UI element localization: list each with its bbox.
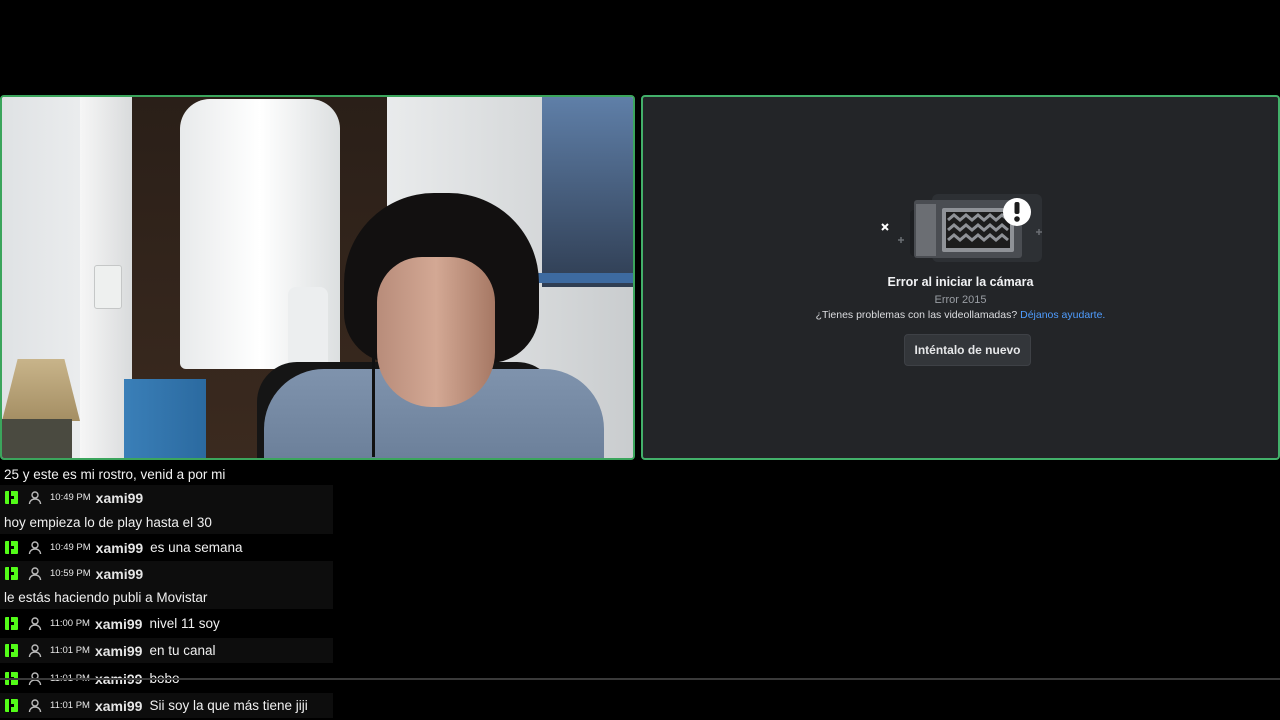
chat-username[interactable]: xami99 <box>96 566 143 582</box>
chat-message: 11:01 PM xami99 en tu canal <box>0 638 333 663</box>
camera-error-tile: Error al iniciar la cámara Error 2015 ¿T… <box>641 95 1280 460</box>
kick-badge-icon <box>5 699 18 712</box>
help-prompt: ¿Tienes problemas con las videollamadas?… <box>643 309 1278 321</box>
chat-timestamp: 11:00 PM <box>50 618 90 629</box>
help-text: ¿Tienes problemas con las videollamadas? <box>815 309 1018 321</box>
user-icon <box>28 490 42 504</box>
chat-timestamp: 10:59 PM <box>50 568 91 579</box>
camera-error-title: Error al iniciar la cámara <box>887 275 1034 289</box>
chat-timestamp: 11:01 PM <box>50 700 90 711</box>
kick-badge-icon <box>5 617 18 630</box>
broken-camera-icon <box>881 194 1042 262</box>
chat-message: 10:59 PM xami99 <box>0 561 333 586</box>
chat-username[interactable]: xami99 <box>95 616 142 632</box>
chat-message-text: nivel 11 soy <box>149 616 220 631</box>
error-code: Error 2015 <box>934 294 987 306</box>
user-icon <box>28 540 42 554</box>
chat-message-text: es una semana <box>150 540 243 555</box>
chat-username[interactable]: xami99 <box>95 698 142 714</box>
chat-message: 11:01 PM xami99 Sii soy la que más tiene… <box>0 693 333 718</box>
chat-username[interactable]: xami99 <box>96 540 143 556</box>
chat-message-text: en tu canal <box>149 643 216 658</box>
chat-message-text: hoy empieza lo de play hasta el 30 <box>0 510 333 534</box>
user-icon <box>28 566 42 580</box>
chat-message-text: le estás haciendo publi a Movistar <box>0 586 333 609</box>
kick-badge-icon <box>5 541 18 554</box>
kick-badge-icon <box>5 644 18 657</box>
chat-timestamp: 11:01 PM <box>50 645 90 656</box>
webcam-video-tile[interactable] <box>0 95 635 460</box>
chat-message-text: Sii soy la que más tiene jiji <box>149 698 308 713</box>
kick-badge-icon <box>5 567 18 580</box>
user-icon <box>28 616 42 630</box>
kick-badge-icon <box>5 491 18 504</box>
overlay-divider <box>0 678 1280 680</box>
chat-partial-line: 25 y este es mi rostro, venid a por mi <box>4 466 226 482</box>
chat-message: 10:49 PM xami99 es una semana <box>0 535 333 560</box>
retry-button[interactable]: Inténtalo de nuevo <box>904 334 1031 366</box>
user-icon <box>28 643 42 657</box>
chat-message: 11:00 PM xami99 nivel 11 soy <box>0 611 333 636</box>
chat-timestamp: 10:49 PM <box>50 492 91 503</box>
chat-message: 10:49 PM xami99 <box>0 485 333 510</box>
help-link[interactable]: Déjanos ayudarte. <box>1020 309 1105 321</box>
user-icon <box>28 698 42 712</box>
webcam-feed <box>2 97 633 458</box>
chat-username[interactable]: xami99 <box>95 643 142 659</box>
chat-timestamp: 10:49 PM <box>50 542 91 553</box>
chat-username[interactable]: xami99 <box>96 490 143 506</box>
